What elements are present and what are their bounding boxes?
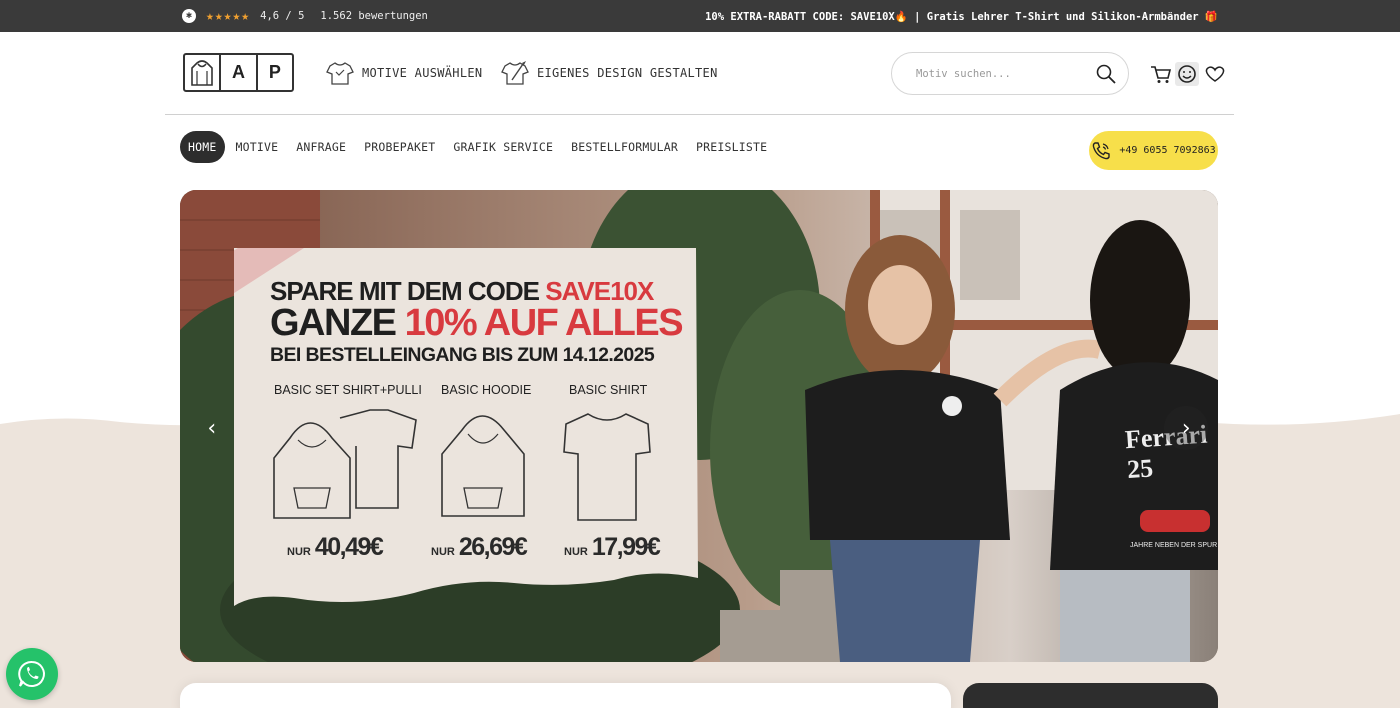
eigenes-design-label: EIGENES DESIGN GESTALTEN [537, 66, 718, 80]
product-label-hoodie: BASIC HOODIE [441, 383, 532, 397]
product-label-set: BASIC SET SHIRT+PULLI [274, 383, 422, 397]
top-bar: ✱ ★★★★★ 4,6 / 5 1.562 bewertungen 10% EX… [0, 0, 1400, 32]
promo-line-3: BEI BESTELLEINGANG BIS ZUM 14.12.2025 [270, 344, 655, 366]
rating-summary[interactable]: ✱ ★★★★★ 4,6 / 5 1.562 bewertungen [182, 0, 428, 32]
nav-item-anfrage[interactable]: ANFRAGE [287, 131, 355, 163]
nav-item-home[interactable]: HOME [180, 131, 225, 163]
logo-hoodie-cell [185, 55, 222, 90]
price-shirt: NUR 17,99€ [564, 533, 661, 561]
chevron-right-icon: › [1179, 415, 1193, 441]
wishlist-button[interactable] [1203, 62, 1227, 86]
review-count: 1.562 bewertungen [320, 10, 428, 22]
promo-banner: 10% EXTRA-RABATT CODE: SAVE10X🔥 | Gratis… [705, 10, 1218, 23]
nav-item-preisliste[interactable]: PREISLISTE [687, 131, 776, 163]
phone-number: +49 6055 7092863 [1119, 145, 1216, 156]
search-icon[interactable] [1096, 64, 1116, 84]
nav-item-probepaket[interactable]: PROBEPAKET [355, 131, 444, 163]
cart-button[interactable] [1149, 62, 1173, 86]
promo-line-2: GANZE 10% AUF ALLES [270, 302, 684, 344]
shirt-icon [326, 62, 354, 85]
phone-icon [1093, 141, 1111, 159]
rating-stars: ★★★★★ [206, 8, 251, 24]
price-hoodie: NUR 26,69€ [431, 533, 528, 561]
site-logo[interactable]: A P [183, 53, 294, 92]
phone-button[interactable]: +49 6055 7092863 [1089, 131, 1218, 170]
design-shirt-icon [501, 61, 529, 85]
promo-poster: SPARE MIT DEM CODE SAVE10X GANZE 10% AUF… [234, 248, 698, 648]
nav-item-grafik-service[interactable]: GRAFIK SERVICE [444, 131, 562, 163]
nav-item-motive[interactable]: MOTIVE [227, 131, 288, 163]
whatsapp-button[interactable] [6, 648, 58, 700]
carousel-next-button[interactable]: › [1164, 406, 1208, 450]
chevron-left-icon: ‹ [205, 415, 219, 441]
content-card [180, 683, 951, 708]
account-icon [1178, 65, 1196, 83]
side-card [963, 683, 1218, 708]
hoodie-logo-icon [191, 59, 213, 86]
hoodie-print-caption: JAHRE NEBEN DER SPUR [1130, 542, 1218, 549]
review-badge-icon: ✱ [182, 9, 196, 23]
search-input[interactable] [916, 67, 1096, 80]
motive-auswaehlen-label: MOTIVE AUSWÄHLEN [362, 66, 483, 80]
account-button[interactable] [1175, 62, 1199, 86]
nav-item-bestellformular[interactable]: BESTELLFORMULAR [562, 131, 687, 163]
rating-value: 4,6 / 5 [260, 10, 305, 22]
motive-auswaehlen-link[interactable]: MOTIVE AUSWÄHLEN [326, 60, 482, 86]
wishlist-icon [1205, 66, 1225, 82]
set-sketch-icon [273, 409, 417, 519]
carousel-prev-button[interactable]: ‹ [190, 406, 234, 450]
logo-letter-a: A [221, 55, 258, 90]
header-divider [165, 114, 1234, 115]
hoodie-sketch-icon [441, 415, 525, 517]
product-label-shirt: BASIC SHIRT [569, 383, 648, 397]
logo-letter-p: P [268, 62, 281, 82]
search-box[interactable] [891, 52, 1129, 95]
main-nav: HOME MOTIVE ANFRAGE PROBEPAKET GRAFIK SE… [180, 131, 776, 163]
eigenes-design-link[interactable]: EIGENES DESIGN GESTALTEN [501, 60, 718, 86]
whatsapp-icon [18, 660, 45, 687]
shirt-sketch-icon [563, 413, 651, 521]
price-set: NUR 40,49€ [287, 533, 384, 561]
cart-icon [1151, 66, 1172, 83]
